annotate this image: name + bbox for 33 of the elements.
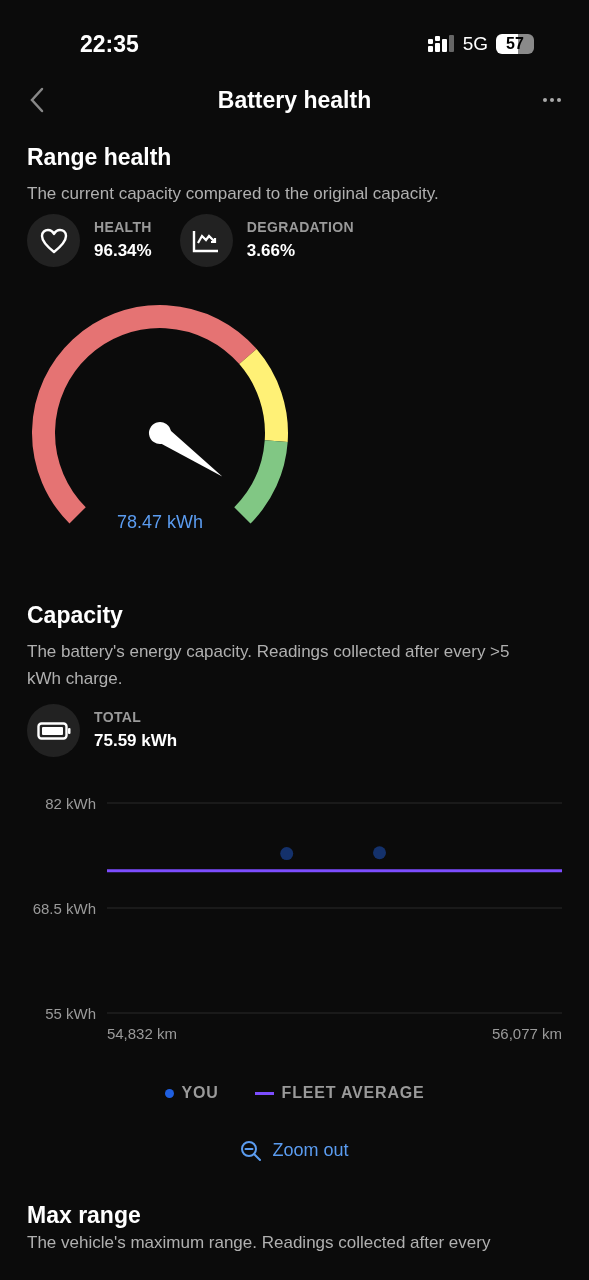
axis-label: 54,832 km [106, 1025, 177, 1042]
page-title: Battery health [217, 85, 372, 115]
section-description: The current capacity compared to the original capacity. [27, 183, 440, 205]
battery-indicator: 57 [496, 34, 534, 54]
heart-icon [39, 227, 68, 254]
status-time: 22:35 [80, 29, 139, 59]
signal-icon [426, 34, 455, 54]
data-point [373, 846, 386, 860]
section-title: Range health [27, 143, 173, 172]
zoom-out-icon [240, 1139, 263, 1162]
section-description: The vehicle's maximum range. Readings collected after every [27, 1232, 492, 1254]
section-title: Max range [27, 1201, 142, 1230]
axis-label: 55 kWh [45, 1005, 96, 1022]
data-point [280, 847, 294, 861]
chart-decline-icon [192, 228, 221, 253]
battery-icon [36, 721, 71, 740]
axis-label: 82 kWh [45, 795, 96, 812]
axis-label: 56,077 km [492, 1025, 563, 1042]
stat-label: HEALTH [94, 218, 152, 238]
section-description: The battery's energy capacity. Readings collected after every >5 kWh charge. [27, 641, 511, 690]
zoom-out-button[interactable]: Zoom out [240, 1137, 349, 1164]
stat-value: 3.66% [246, 240, 297, 263]
stat-label: DEGRADATION [246, 218, 354, 238]
legend-label: YOU [181, 1083, 219, 1103]
network-label: 5G [462, 31, 488, 56]
gauge-reading: 78.47 kWh [115, 511, 204, 534]
stat-label: TOTAL [94, 708, 143, 728]
axis-label: 68.5 kWh [32, 900, 96, 917]
legend-label: FLEET AVERAGE [281, 1083, 425, 1103]
stat-value: 75.59 kWh [94, 730, 178, 753]
more-icon[interactable] [542, 97, 562, 103]
stat-value: 96.34% [94, 240, 152, 263]
section-title: Capacity [27, 601, 124, 630]
